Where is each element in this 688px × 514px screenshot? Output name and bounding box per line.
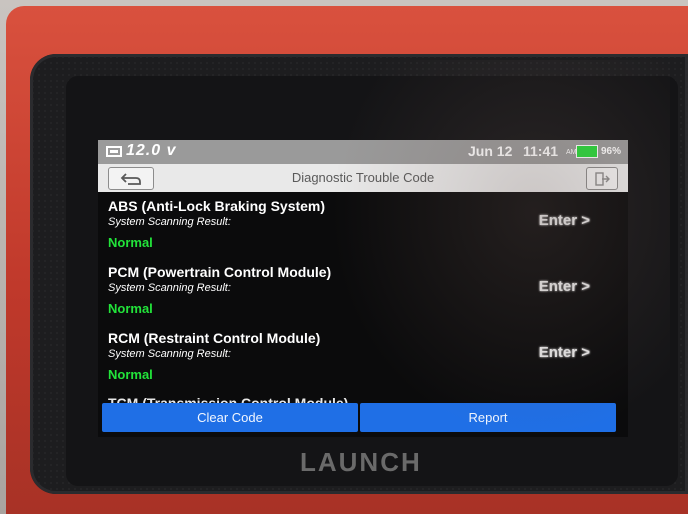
scan-result-value: Normal [108, 235, 153, 250]
module-name: TCM (Transmission Control Module) [108, 395, 349, 403]
enter-button[interactable]: Enter > [539, 344, 590, 361]
scan-result-label: System Scanning Result: [108, 216, 231, 228]
clear-code-button[interactable]: Clear Code [102, 403, 358, 432]
module-item-rcm[interactable]: RCM (Restraint Control Module) System Sc… [108, 330, 618, 396]
battery-percent: 96% [601, 146, 622, 157]
tablet-battery-icon [576, 145, 598, 158]
exit-icon [595, 171, 610, 186]
title-bar: Diagnostic Trouble Code [98, 164, 628, 192]
scan-result-label: System Scanning Result: [108, 348, 231, 360]
voltage-indicator: 12.0 v [106, 142, 176, 160]
status-time: 11:41 [523, 143, 559, 159]
module-name: PCM (Powertrain Control Module) [108, 264, 332, 280]
status-ampm: AM [566, 149, 577, 156]
scan-result-value: Normal [108, 367, 153, 382]
page-title: Diagnostic Trouble Code [291, 170, 435, 185]
exit-button[interactable] [586, 167, 618, 190]
enter-button[interactable]: Enter > [539, 212, 590, 229]
module-item-tcm[interactable]: TCM (Transmission Control Module) [108, 395, 618, 403]
enter-button[interactable]: Enter > [539, 278, 590, 295]
module-item-abs[interactable]: ABS (Anti-Lock Braking System) System Sc… [108, 198, 618, 264]
module-name: ABS (Anti-Lock Braking System) [108, 198, 326, 214]
module-item-pcm[interactable]: PCM (Powertrain Control Module) System S… [108, 264, 618, 330]
brand-logo: LAUNCH [300, 447, 422, 477]
module-name: RCM (Restraint Control Module) [108, 330, 321, 346]
scan-result-value: Normal [108, 301, 153, 316]
vehicle-battery-icon [106, 145, 122, 157]
module-list[interactable]: ABS (Anti-Lock Braking System) System Sc… [98, 192, 628, 403]
report-button[interactable]: Report [360, 403, 616, 432]
status-date: Jun 12 [468, 143, 513, 159]
scan-result-label: System Scanning Result: [108, 282, 231, 294]
status-bar: 12.0 v Jun 12 11:41 AM 96% [98, 140, 628, 164]
voltage-value: 12.0 v [126, 142, 177, 159]
action-bar: Clear Code Report [102, 403, 616, 432]
tablet-screen: 12.0 v Jun 12 11:41 AM 96% Diagnostic Tr… [98, 140, 628, 437]
